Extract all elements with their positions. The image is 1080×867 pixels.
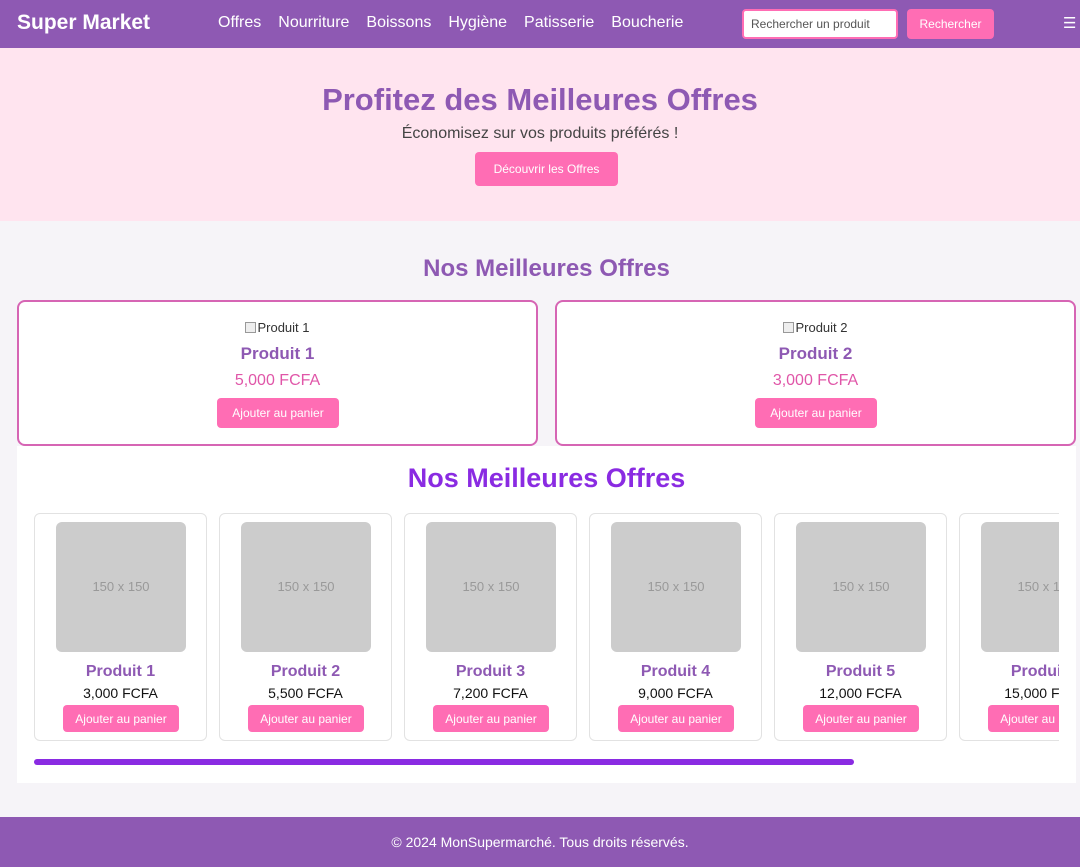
add-to-cart-button[interactable]: Ajouter au panier xyxy=(755,398,877,428)
product-price: 12,000 FCFA xyxy=(819,685,902,701)
hero-title: Profitez des Meilleures Offres xyxy=(322,82,758,117)
nav-link-boucherie[interactable]: Boucherie xyxy=(611,14,683,32)
broken-image-icon xyxy=(245,322,257,333)
nav-link-patisserie[interactable]: Patisserie xyxy=(524,14,594,32)
discover-offers-button[interactable]: Découvrir les Offres xyxy=(475,152,618,186)
hamburger-menu-icon[interactable]: ☰ xyxy=(1063,16,1076,32)
hero-banner: Profitez des Meilleures Offres Économise… xyxy=(0,48,1080,221)
carousel-scrollbar-thumb[interactable] xyxy=(34,759,854,765)
carousel-section-title: Nos Meilleures Offres xyxy=(407,463,686,493)
site-brand[interactable]: Super Market xyxy=(17,11,150,35)
product-name: Produit 2 xyxy=(270,663,341,680)
add-to-cart-button[interactable]: Ajouter au panier xyxy=(618,705,734,732)
add-to-cart-button[interactable]: Ajouter au panier xyxy=(63,705,179,732)
product-card: 150 x 150 Produit 5 12,000 FCFA Ajouter … xyxy=(774,513,947,741)
product-card: 150 x 150 Produit 3 7,200 FCFA Ajouter a… xyxy=(404,513,577,741)
product-name: Produit 5 xyxy=(825,663,896,680)
product-price: 9,000 FCFA xyxy=(638,685,713,701)
footer: © 2024 MonSupermarché. Tous droits réser… xyxy=(0,817,1080,867)
product-price: 7,200 FCFA xyxy=(453,685,528,701)
offer-price: 3,000 FCFA xyxy=(772,372,859,389)
nav-link-boissons[interactable]: Boissons xyxy=(366,14,431,32)
add-to-cart-button[interactable]: Ajouter au panier xyxy=(433,705,549,732)
broken-image-icon xyxy=(783,322,795,333)
nav-link-offres[interactable]: Offres xyxy=(218,14,261,32)
product-image-placeholder: 150 x 150 xyxy=(426,522,556,652)
product-image-placeholder: 150 x 150 xyxy=(241,522,371,652)
product-price: 15,000 FCFA xyxy=(1004,685,1059,701)
offer-image-alt: Produit 1 xyxy=(257,320,310,335)
product-name: Produit 6 xyxy=(1010,663,1059,680)
add-to-cart-button[interactable]: Ajouter au panier xyxy=(217,398,339,428)
search-input[interactable] xyxy=(742,9,898,39)
product-name: Produit 4 xyxy=(640,663,711,680)
carousel-scrollbar[interactable] xyxy=(34,759,1059,765)
offer-card: Produit 2 Produit 2 3,000 FCFA Ajouter a… xyxy=(555,300,1076,446)
product-card: 150 x 150 Produit 1 3,000 FCFA Ajouter a… xyxy=(34,513,207,741)
nav-link-nourriture[interactable]: Nourriture xyxy=(278,14,349,32)
footer-copyright: © 2024 MonSupermarché. Tous droits réser… xyxy=(391,834,689,850)
top-navbar: Super Market Offres Nourriture Boissons … xyxy=(0,0,1080,48)
nav-link-hygiene[interactable]: Hygiène xyxy=(448,14,507,32)
offer-image: Produit 2 xyxy=(557,320,1074,335)
add-to-cart-button[interactable]: Ajouter au panier xyxy=(803,705,919,732)
product-name: Produit 1 xyxy=(85,663,156,680)
offer-card: Produit 1 Produit 1 5,000 FCFA Ajouter a… xyxy=(17,300,538,446)
product-card: 150 x 150 Produit 6 15,000 FCFA Ajouter … xyxy=(959,513,1059,741)
product-price: 5,500 FCFA xyxy=(268,685,343,701)
product-card: 150 x 150 Produit 2 5,500 FCFA Ajouter a… xyxy=(219,513,392,741)
search-button[interactable]: Rechercher xyxy=(907,9,994,39)
hero-subtitle: Économisez sur vos produits préférés ! xyxy=(401,125,679,142)
offer-name: Produit 1 xyxy=(240,344,315,363)
offer-name: Produit 2 xyxy=(778,344,853,363)
product-image-placeholder: 150 x 150 xyxy=(56,522,186,652)
offer-price: 5,000 FCFA xyxy=(234,372,321,389)
offer-image-alt: Produit 2 xyxy=(795,320,848,335)
product-name: Produit 3 xyxy=(455,663,526,680)
add-to-cart-button[interactable]: Ajouter au panier xyxy=(988,705,1059,732)
main-nav: Offres Nourriture Boissons Hygiène Patis… xyxy=(218,14,683,32)
product-price: 3,000 FCFA xyxy=(83,685,158,701)
product-image-placeholder: 150 x 150 xyxy=(796,522,926,652)
add-to-cart-button[interactable]: Ajouter au panier xyxy=(248,705,364,732)
product-image-placeholder: 150 x 150 xyxy=(981,522,1059,652)
product-image-placeholder: 150 x 150 xyxy=(611,522,741,652)
offers-section-title: Nos Meilleures Offres xyxy=(423,255,670,282)
offer-image: Produit 1 xyxy=(19,320,536,335)
product-carousel[interactable]: 150 x 150 Produit 1 3,000 FCFA Ajouter a… xyxy=(34,513,1059,743)
product-card: 150 x 150 Produit 4 9,000 FCFA Ajouter a… xyxy=(589,513,762,741)
